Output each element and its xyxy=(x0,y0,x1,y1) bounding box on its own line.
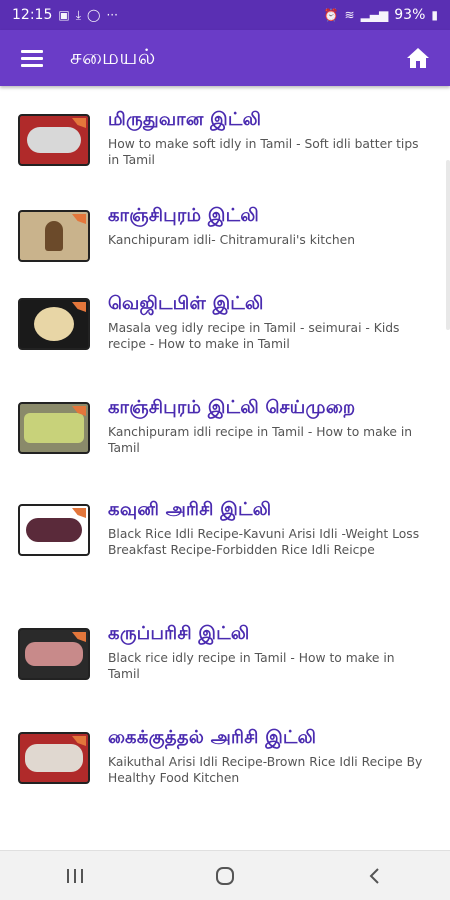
list-item[interactable]: காஞ்சிபுரம் இட்லி செய்முறை Kanchipuram i… xyxy=(0,396,434,456)
back-button[interactable] xyxy=(345,856,405,896)
signal-icon: ▂▄▆ xyxy=(360,8,389,22)
recipe-title: வெஜிடபிள் இட்லி xyxy=(108,293,264,314)
recipe-subtitle: Masala veg idly recipe in Tamil - seimur… xyxy=(108,321,400,351)
recipe-thumbnail xyxy=(18,732,90,784)
home-icon xyxy=(407,48,429,68)
scroll-indicator[interactable] xyxy=(446,160,450,330)
page-title: சமையல் xyxy=(70,44,156,69)
download-icon: ⤓ xyxy=(75,7,82,22)
recipe-thumbnail xyxy=(18,210,90,262)
wifi-icon: ≋ xyxy=(344,8,355,22)
list-item[interactable]: கவுனி அரிசி இட்லி Black Rice Idli Recipe… xyxy=(0,498,434,558)
recipe-thumbnail xyxy=(18,298,90,350)
recipe-thumbnail xyxy=(18,628,90,680)
list-item[interactable]: மிருதுவான இட்லி How to make soft idly in… xyxy=(0,108,434,168)
status-time: 12:15 xyxy=(12,7,53,23)
recipe-subtitle: Black Rice Idli Recipe-Kavuni Arisi Idli… xyxy=(108,527,420,557)
recipe-title: கவுனி அரிசி இட்லி xyxy=(108,499,272,520)
list-item[interactable]: வெஜிடபிள் இட்லி Masala veg idly recipe i… xyxy=(0,292,434,352)
app-bar: சமையல் xyxy=(0,30,450,86)
list-item[interactable]: காஞ்சிபுரம் இட்லி Kanchipuram idli- Chit… xyxy=(0,204,434,262)
recipe-title: காஞ்சிபுரம் இட்லி xyxy=(108,205,259,226)
menu-button[interactable] xyxy=(12,38,52,78)
recipe-list: மிருதுவான இட்லி How to make soft idly in… xyxy=(0,86,450,850)
recipe-title: கருப்பரிசி இட்லி xyxy=(108,623,250,644)
recents-icon xyxy=(67,868,83,883)
list-item[interactable]: கைக்குத்தல் அரிசி இட்லி Kaikuthal Arisi … xyxy=(0,726,434,786)
recipe-thumbnail xyxy=(18,504,90,556)
recipe-subtitle: Black rice idly recipe in Tamil - How to… xyxy=(108,651,395,681)
recipe-subtitle: Kanchipuram idli recipe in Tamil - How t… xyxy=(108,425,413,455)
status-left: 12:15 ▣ ⤓ ◯ ··· xyxy=(12,7,118,23)
recipe-thumbnail xyxy=(18,402,90,454)
whatsapp-icon: ◯ xyxy=(87,8,101,22)
recipe-subtitle: How to make soft idly in Tamil - Soft id… xyxy=(108,137,419,167)
recents-button[interactable] xyxy=(45,856,105,896)
status-right: ⏰ ≋ ▂▄▆ 93% ▮ xyxy=(324,7,438,23)
menu-icon xyxy=(21,50,43,67)
gallery-icon: ▣ xyxy=(58,8,70,22)
recipe-subtitle: Kaikuthal Arisi Idli Recipe-Brown Rice I… xyxy=(108,755,423,785)
list-item[interactable]: கருப்பரிசி இட்லி Black rice idly recipe … xyxy=(0,622,434,682)
recipe-thumbnail xyxy=(18,114,90,166)
recipe-title: கைக்குத்தல் அரிசி இட்லி xyxy=(108,727,317,748)
recipe-title: காஞ்சிபுரம் இட்லி செய்முறை xyxy=(108,397,356,418)
home-button[interactable] xyxy=(398,38,438,78)
battery-percent: 93% xyxy=(394,7,426,23)
home-nav-button[interactable] xyxy=(195,856,255,896)
recipe-subtitle: Kanchipuram idli- Chitramurali's kitchen xyxy=(108,233,356,247)
system-nav-bar xyxy=(0,850,450,900)
battery-icon: ▮ xyxy=(431,8,438,22)
alarm-icon: ⏰ xyxy=(323,8,339,22)
status-bar: 12:15 ▣ ⤓ ◯ ··· ⏰ ≋ ▂▄▆ 93% ▮ xyxy=(0,0,450,30)
more-notifications-icon: ··· xyxy=(106,8,118,22)
back-icon xyxy=(369,867,379,884)
home-circle-icon xyxy=(216,866,234,885)
recipe-title: மிருதுவான இட்லி xyxy=(108,109,262,130)
